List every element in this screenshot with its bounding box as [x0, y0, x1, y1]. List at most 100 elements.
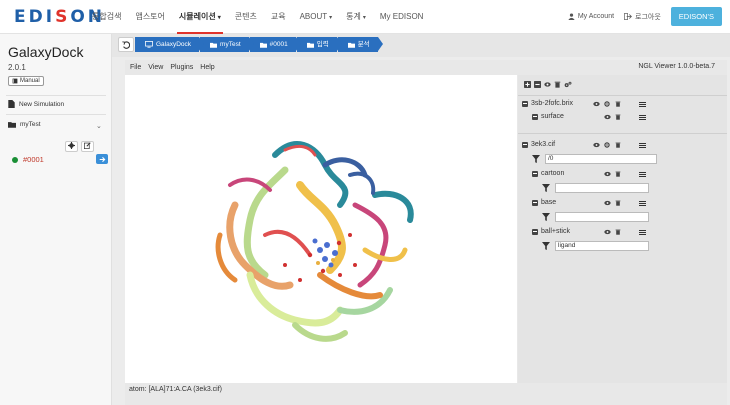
job-item[interactable]: #0001	[12, 155, 44, 164]
eye-icon[interactable]	[604, 200, 611, 206]
plus-square-icon[interactable]	[524, 81, 531, 88]
status-bar: atom: [ALA]71:A.CA (3ek3.cif)	[129, 386, 222, 393]
repr-cartoon[interactable]: cartoon	[532, 170, 564, 177]
manual-button[interactable]: Manual	[8, 76, 44, 86]
nav-item-education[interactable]: 교육	[271, 0, 286, 34]
settings-button[interactable]	[65, 141, 78, 152]
logout-link[interactable]: 로그아웃	[624, 12, 661, 22]
collapse-icon[interactable]	[522, 141, 528, 148]
divider	[518, 95, 727, 96]
component-filter: /0	[532, 154, 657, 164]
minus-square-icon[interactable]	[534, 81, 541, 88]
nav-item-appstore[interactable]: 앱스토어	[135, 0, 164, 34]
file-icon	[8, 100, 15, 108]
filter-input[interactable]	[555, 183, 649, 193]
menu-icon[interactable]	[639, 115, 646, 120]
crumb-analysis[interactable]: 분석	[337, 37, 383, 52]
menu-icon[interactable]	[639, 143, 646, 148]
edit-button[interactable]	[81, 141, 94, 152]
nav-item-search[interactable]: 통합검색	[92, 0, 121, 34]
collapse-icon[interactable]	[532, 113, 538, 120]
repr-ball-stick[interactable]: ball+stick	[532, 228, 570, 235]
protein-structure-render[interactable]	[125, 75, 517, 383]
trash-icon[interactable]	[615, 101, 621, 107]
cogs-icon[interactable]	[564, 81, 572, 88]
folder-icon	[210, 42, 218, 48]
job-open-button[interactable]	[96, 154, 108, 164]
viewer-version: NGL Viewer 1.0.0-beta.7	[638, 63, 715, 70]
eye-icon[interactable]	[604, 171, 611, 177]
collapse-icon[interactable]	[532, 170, 538, 177]
crumb-app[interactable]: GalaxyDock	[135, 37, 205, 52]
repr-filter	[542, 183, 649, 193]
menu-plugins[interactable]: Plugins	[170, 64, 193, 71]
component-panel: 3sb-2fofc.brix surface 3ek3.cif /0 carto…	[518, 75, 727, 383]
job-status-indicator	[12, 156, 18, 163]
menu-file[interactable]: File	[130, 64, 141, 71]
top-navigation: EDISON 통합검색 앱스토어 시뮬레이션 ▾ 콘텐츠 교육 ABOUT ▾ 통계…	[0, 0, 730, 34]
desktop-icon	[145, 41, 153, 48]
filter-icon	[532, 155, 540, 163]
filter-icon	[542, 242, 550, 250]
eye-icon[interactable]	[593, 142, 600, 148]
crumb-input[interactable]: 입력	[296, 37, 342, 52]
nav-item-my-edison[interactable]: My EDISON	[380, 0, 424, 34]
menu-icon[interactable]	[639, 172, 646, 177]
nav-item-simulation[interactable]: 시뮬레이션 ▾	[176, 0, 223, 34]
nav-item-contents[interactable]: 콘텐츠	[235, 0, 257, 34]
filter-icon	[542, 213, 550, 221]
ngl-viewer: File View Plugins Help NGL Viewer 1.0.0-…	[125, 60, 727, 405]
menu-help[interactable]: Help	[200, 64, 214, 71]
folder-icon	[259, 42, 267, 48]
trash-icon[interactable]	[554, 81, 561, 88]
eye-icon[interactable]	[593, 101, 600, 107]
filter-input[interactable]: /0	[545, 154, 657, 164]
divider	[6, 114, 106, 115]
workflow-breadcrumb: GalaxyDock myTest #0001 입력 분석	[112, 34, 730, 57]
nav-item-statistics[interactable]: 통계 ▾	[346, 0, 366, 34]
edisons-button[interactable]: EDISON'S	[670, 7, 722, 26]
crumb-job[interactable]: #0001	[249, 37, 301, 52]
molecule-canvas[interactable]	[125, 75, 517, 383]
filter-input[interactable]: ligand	[555, 241, 649, 251]
component-brix[interactable]: 3sb-2fofc.brix	[522, 100, 573, 107]
collapse-icon[interactable]	[522, 100, 528, 107]
trash-icon[interactable]	[615, 200, 621, 206]
repr-base[interactable]: base	[532, 199, 556, 206]
eye-icon[interactable]	[604, 229, 611, 235]
repr-filter	[542, 212, 649, 222]
book-icon	[12, 78, 18, 84]
menu-icon[interactable]	[639, 201, 646, 206]
folder-icon	[8, 122, 16, 128]
new-simulation-button[interactable]: New Simulation	[8, 100, 64, 108]
trash-icon[interactable]	[615, 229, 621, 235]
menu-view[interactable]: View	[148, 64, 163, 71]
undo-icon	[122, 41, 131, 49]
collapse-icon[interactable]	[532, 199, 538, 206]
menu-icon[interactable]	[639, 102, 646, 107]
trash-icon[interactable]	[615, 171, 621, 177]
menu-icon[interactable]	[639, 230, 646, 235]
sign-out-icon	[624, 13, 632, 20]
collapse-icon[interactable]	[532, 228, 538, 235]
eye-icon[interactable]	[604, 114, 611, 120]
eye-icon[interactable]	[544, 81, 551, 88]
trash-icon[interactable]	[615, 114, 621, 120]
folder-mytest[interactable]: myTest	[8, 121, 41, 128]
back-button[interactable]	[118, 37, 134, 52]
repr-surface[interactable]: surface	[532, 113, 564, 120]
crumb-folder[interactable]: myTest	[200, 37, 254, 52]
trash-icon[interactable]	[615, 142, 621, 148]
folder-icon	[306, 42, 314, 48]
my-account-link[interactable]: My Account	[568, 13, 614, 20]
filter-input[interactable]	[555, 212, 649, 222]
component-3ek3[interactable]: 3ek3.cif	[522, 141, 555, 148]
bullseye-icon[interactable]	[604, 101, 610, 107]
nav-item-about[interactable]: ABOUT ▾	[300, 0, 333, 34]
app-sidebar: GalaxyDock 2.0.1 Manual New Simulation m…	[0, 34, 112, 405]
user-icon	[568, 13, 575, 20]
chevron-down-icon[interactable]: ⌄	[96, 122, 102, 130]
bullseye-icon[interactable]	[604, 142, 610, 148]
folder-icon	[347, 42, 355, 48]
main-content: GalaxyDock myTest #0001 입력 분석 File View	[112, 34, 730, 405]
